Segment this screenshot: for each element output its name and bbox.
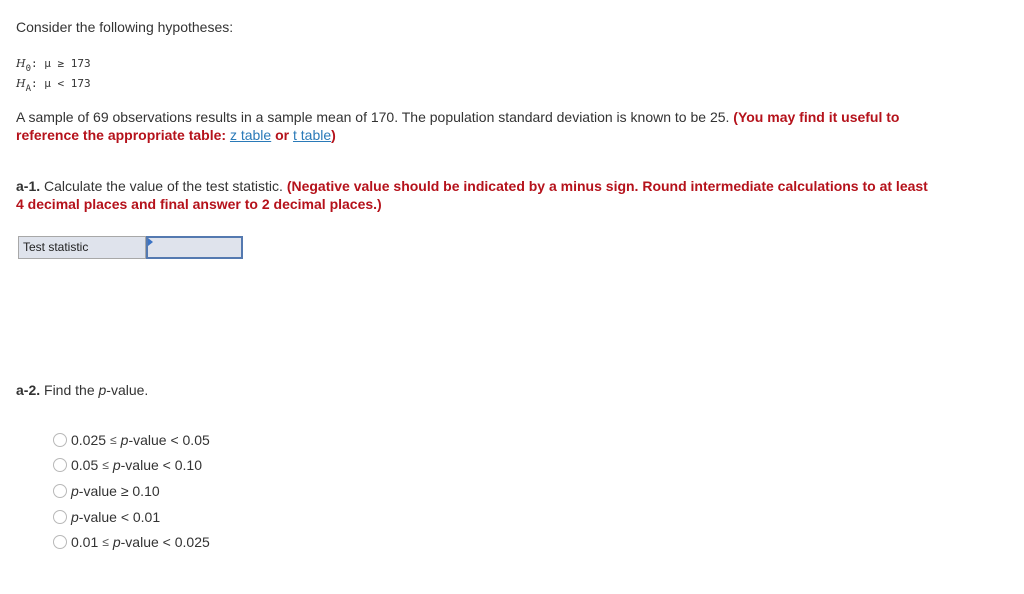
option-op: ≤	[102, 535, 109, 549]
option-p: p	[112, 534, 121, 550]
option-op: ≤	[110, 433, 117, 447]
test-statistic-label: Test statistic	[18, 236, 146, 259]
radio-button[interactable]	[53, 535, 67, 549]
h0-label: H	[16, 57, 26, 70]
test-statistic-input[interactable]	[146, 236, 243, 259]
pvalue-option-1[interactable]: 0.025 ≤ p -value < 0.05	[53, 431, 210, 449]
a2-text-after: -value.	[106, 382, 149, 398]
ha-label: H	[16, 77, 26, 90]
intro-text: Consider the following hypotheses:	[16, 19, 234, 35]
option-text: -value < 0.01	[78, 509, 161, 525]
option-op: ≤	[102, 458, 109, 472]
question-a2: a-2. Find the p-value.	[16, 381, 148, 399]
alt-hypothesis: HA: μ < 173	[16, 76, 91, 96]
option-p: p	[112, 457, 121, 473]
option-text: -value < 0.025	[120, 534, 210, 550]
note-end: )	[331, 127, 336, 143]
radio-button[interactable]	[53, 510, 67, 524]
radio-button[interactable]	[53, 458, 67, 472]
option-p: p	[120, 432, 129, 448]
option-p: p	[71, 483, 79, 499]
option-text: -value < 0.10	[120, 457, 202, 473]
radio-button[interactable]	[53, 484, 67, 498]
a1-text: Calculate the value of the test statisti…	[40, 178, 287, 194]
test-statistic-table: Test statistic	[18, 236, 243, 259]
h0-expr: : μ ≥ 173	[31, 57, 91, 70]
pvalue-option-5[interactable]: 0.01 ≤ p -value < 0.025	[53, 533, 210, 551]
option-pre: 0.025	[71, 432, 107, 448]
pvalue-option-2[interactable]: 0.05 ≤ p -value < 0.10	[53, 456, 202, 474]
a2-text-before: Find the	[40, 382, 99, 398]
option-pre: 0.05	[71, 457, 99, 473]
z-table-link[interactable]: z table	[230, 127, 271, 143]
ha-expr: : μ < 173	[31, 77, 91, 90]
option-pre: 0.01	[71, 534, 99, 550]
option-text: -value ≥ 0.10	[78, 483, 160, 499]
radio-button[interactable]	[53, 433, 67, 447]
or-text: or	[271, 127, 293, 143]
a2-label: a-2.	[16, 382, 41, 398]
a1-label: a-1.	[16, 178, 41, 194]
option-text: -value < 0.05	[128, 432, 210, 448]
option-p: p	[71, 509, 79, 525]
flag-icon	[148, 238, 153, 246]
null-hypothesis: H0: μ ≥ 173	[16, 56, 91, 76]
pvalue-option-3[interactable]: p -value ≥ 0.10	[53, 482, 160, 500]
problem-text: A sample of 69 observations results in a…	[16, 109, 734, 125]
problem-statement: A sample of 69 observations results in a…	[16, 108, 936, 144]
pvalue-option-4[interactable]: p -value < 0.01	[53, 508, 160, 526]
t-table-link[interactable]: t table	[293, 127, 331, 143]
question-a1: a-1. Calculate the value of the test sta…	[16, 177, 936, 213]
